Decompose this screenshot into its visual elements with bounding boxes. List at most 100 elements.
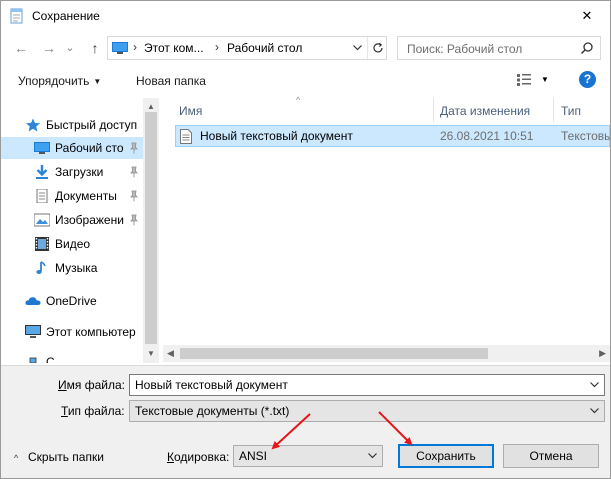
notepad-icon [10, 8, 23, 24]
column-separator[interactable] [553, 98, 554, 122]
back-button[interactable]: ← [11, 39, 31, 57]
refresh-icon [372, 42, 383, 53]
sidebar-item-pictures[interactable]: Изображени [1, 209, 143, 231]
title-bar: Сохранение ✕ [1, 1, 610, 31]
sidebar-item-downloads[interactable]: Загрузки [1, 161, 143, 183]
view-options-icon[interactable] [517, 74, 531, 86]
column-header-date[interactable]: Дата изменения [440, 98, 530, 122]
sidebar-item-label: Быстрый доступ [46, 118, 138, 132]
sidebar-item-this-pc[interactable]: Этот компьютер [1, 321, 143, 343]
documents-icon [36, 189, 48, 203]
music-icon [36, 261, 46, 274]
save-button[interactable]: Сохранить [398, 444, 494, 468]
breadcrumb-separator: › [215, 40, 219, 54]
breadcrumb-separator: › [133, 40, 137, 54]
address-dropdown-button[interactable] [348, 37, 366, 59]
filename-input[interactable]: Новый текстовый документ [129, 374, 605, 396]
save-dialog: Сохранение ✕ ← → ⌄ ↑ › Этот ком... › Раб… [0, 0, 611, 479]
filetype-value: Текстовые документы (*.txt) [135, 404, 290, 418]
search-box[interactable]: Поиск: Рабочий стол [397, 36, 601, 60]
sort-ascending-icon: ^ [296, 95, 301, 105]
cloud-icon [25, 297, 41, 305]
close-button[interactable]: ✕ [564, 1, 610, 31]
address-bar[interactable]: › Этот ком... › Рабочий стол [107, 36, 387, 60]
back-arrow-icon: ← [14, 40, 28, 56]
view-options-caret-icon[interactable]: ▼ [541, 75, 549, 84]
hide-folders-button[interactable]: ^ Скрыть папки [14, 450, 104, 464]
window-title: Сохранение [32, 9, 100, 23]
scrollbar-thumb[interactable] [180, 348, 488, 359]
cancel-button[interactable]: Отмена [503, 444, 599, 468]
encoding-dropdown-button[interactable] [366, 449, 378, 463]
sidebar-item-video[interactable]: Видео [1, 233, 143, 255]
sidebar-item-quick-access[interactable]: Быстрый доступ [1, 114, 143, 136]
column-header-type[interactable]: Тип [561, 98, 581, 122]
scroll-down-icon[interactable]: ▼ [147, 349, 155, 358]
up-button[interactable]: ↑ [85, 39, 105, 57]
sidebar-item-music[interactable]: Музыка [1, 257, 143, 279]
navigation-pane-scrollbar[interactable]: ▲ ▼ [143, 98, 159, 363]
breadcrumb-this-pc[interactable]: Этот ком... [144, 41, 204, 55]
recent-locations-button[interactable]: ⌄ [63, 38, 77, 56]
scroll-left-icon[interactable]: ◀ [167, 348, 174, 359]
close-icon: ✕ [581, 8, 593, 23]
chevron-down-icon [367, 453, 377, 459]
pictures-icon [34, 213, 50, 227]
filetype-label: Тип файла: [61, 404, 125, 418]
desktop-folder-icon [112, 42, 128, 54]
navigation-pane: Быстрый доступ Рабочий сто Загрузки Доку… [1, 98, 159, 363]
caret-down-icon: ▼ [93, 77, 102, 86]
pin-icon [130, 142, 138, 154]
organize-button[interactable]: Упорядочить ▼ [18, 74, 101, 88]
encoding-select[interactable]: ANSI [233, 445, 383, 467]
forward-arrow-icon: → [42, 40, 56, 56]
command-toolbar: Упорядочить ▼ Новая папка ▼ [1, 67, 610, 95]
chevron-down-icon [589, 382, 599, 388]
organize-label: Упорядочить [18, 74, 90, 88]
scroll-right-icon[interactable]: ▶ [599, 348, 606, 359]
filetype-dropdown-button[interactable] [588, 404, 600, 418]
forward-button[interactable]: → [39, 39, 59, 57]
search-placeholder: Поиск: Рабочий стол [407, 42, 523, 56]
sidebar-item-label: С... [46, 355, 65, 363]
pin-icon [130, 214, 138, 226]
file-name: Новый текстовый документ [200, 129, 353, 143]
hide-folders-label: Скрыть папки [28, 450, 104, 464]
sidebar-item-network[interactable]: С... [1, 351, 143, 363]
text-file-icon [180, 129, 192, 144]
breadcrumb-desktop[interactable]: Рабочий стол [227, 41, 302, 55]
filename-label: Имя файла: [58, 378, 125, 392]
star-icon [26, 118, 40, 132]
file-list: ^ Имя Дата изменения Тип Новый текстовый… [163, 95, 610, 363]
table-row[interactable]: Новый текстовый документ 26.08.2021 10:5… [175, 125, 610, 147]
sidebar-item-desktop[interactable]: Рабочий сто [1, 137, 143, 159]
new-folder-button[interactable]: Новая папка [136, 74, 206, 88]
chevron-up-icon: ^ [14, 453, 19, 463]
refresh-button[interactable] [367, 37, 387, 59]
help-button[interactable]: ? [579, 71, 596, 88]
desktop-icon [34, 142, 50, 154]
scrollbar-thumb[interactable] [145, 112, 157, 344]
scroll-up-icon[interactable]: ▲ [147, 102, 155, 111]
sidebar-item-label: OneDrive [46, 294, 97, 308]
sidebar-item-label: Загрузки [55, 165, 104, 179]
sidebar-item-label: Изображени [55, 213, 124, 227]
column-header-name[interactable]: Имя [179, 98, 202, 122]
chevron-down-icon [352, 45, 362, 51]
filetype-select[interactable]: Текстовые документы (*.txt) [129, 400, 605, 422]
sidebar-item-documents[interactable]: Документы [1, 185, 143, 207]
filename-value: Новый текстовый документ [135, 378, 288, 392]
sidebar-item-label: Музыка [55, 261, 98, 275]
up-arrow-icon: ↑ [91, 40, 99, 56]
filename-dropdown-button[interactable] [588, 378, 600, 392]
chevron-down-icon [589, 408, 599, 414]
encoding-value: ANSI [239, 449, 268, 463]
column-separator[interactable] [433, 98, 434, 122]
pin-icon [130, 190, 138, 202]
video-icon [35, 237, 49, 251]
file-list-horizontal-scrollbar[interactable]: ◀ ▶ [163, 345, 610, 362]
computer-icon [25, 325, 41, 338]
sidebar-item-label: Видео [55, 237, 91, 251]
download-icon [36, 165, 48, 179]
sidebar-item-onedrive[interactable]: OneDrive [1, 290, 143, 312]
